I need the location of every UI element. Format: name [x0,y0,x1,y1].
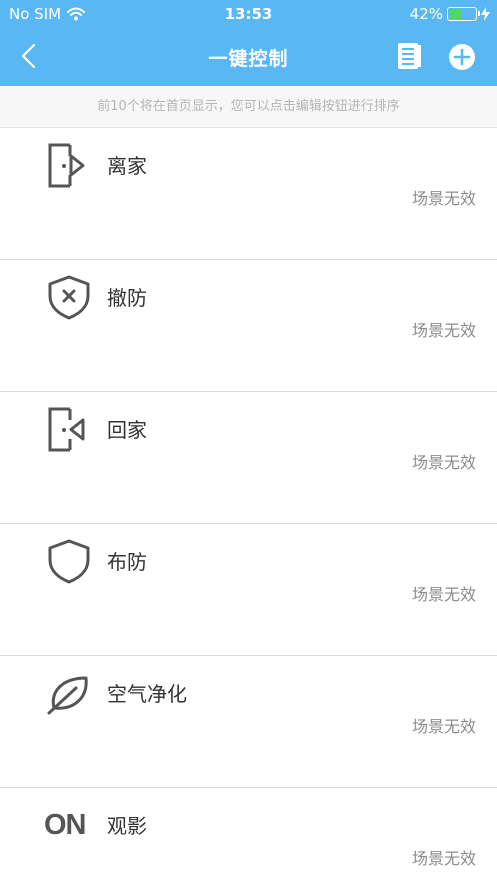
battery-fill [449,9,461,19]
leaf-icon [47,676,88,715]
scene-name: 空气净化 [107,682,187,706]
sort-hint: 前10个将在首页显示，您可以点击编辑按钮进行排序 [0,86,497,128]
status-bar: No SIM 13:53 42% [0,0,497,30]
on-text-icon: ON [44,809,87,841]
disarm-shield-icon [48,275,90,320]
scene-status: 场景无效 [411,717,476,736]
status-right: 42% [410,5,490,23]
scene-item[interactable]: 离家 场景无效 [0,128,497,260]
leave-home-icon [48,143,85,188]
scene-name: 撤防 [107,286,147,310]
plus-circle-icon[interactable] [447,42,477,72]
arm-shield-icon [48,539,90,584]
header: No SIM 13:53 42% 一键控制 [0,0,497,86]
scene-item[interactable]: 空气净化 场景无效 [0,656,497,788]
scene-status: 场景无效 [411,189,476,208]
scene-name: 布防 [107,550,147,574]
scene-item[interactable]: ON 观影 场景无效 [0,788,497,883]
scene-item[interactable]: 回家 场景无效 [0,392,497,524]
scene-status: 场景无效 [411,453,476,472]
list-document-icon[interactable] [395,41,423,71]
charging-icon [481,7,490,21]
scene-name: 回家 [107,418,147,442]
scene-list: 离家 场景无效 撤防 场景无效 回家 场景无效 布防 场景无效 空气净化 场景无… [0,128,497,883]
battery-icon [447,7,480,21]
scene-item[interactable]: 布防 场景无效 [0,524,497,656]
battery-percent: 42% [409,5,443,23]
scene-name: 观影 [107,814,147,838]
scene-name: 离家 [107,154,147,178]
scene-status: 场景无效 [411,321,476,340]
scene-item[interactable]: 撤防 场景无效 [0,260,497,392]
scene-status: 场景无效 [411,585,476,604]
navbar: 一键控制 [0,30,497,86]
scene-status: 场景无效 [411,849,476,868]
arrive-home-icon [48,407,85,452]
